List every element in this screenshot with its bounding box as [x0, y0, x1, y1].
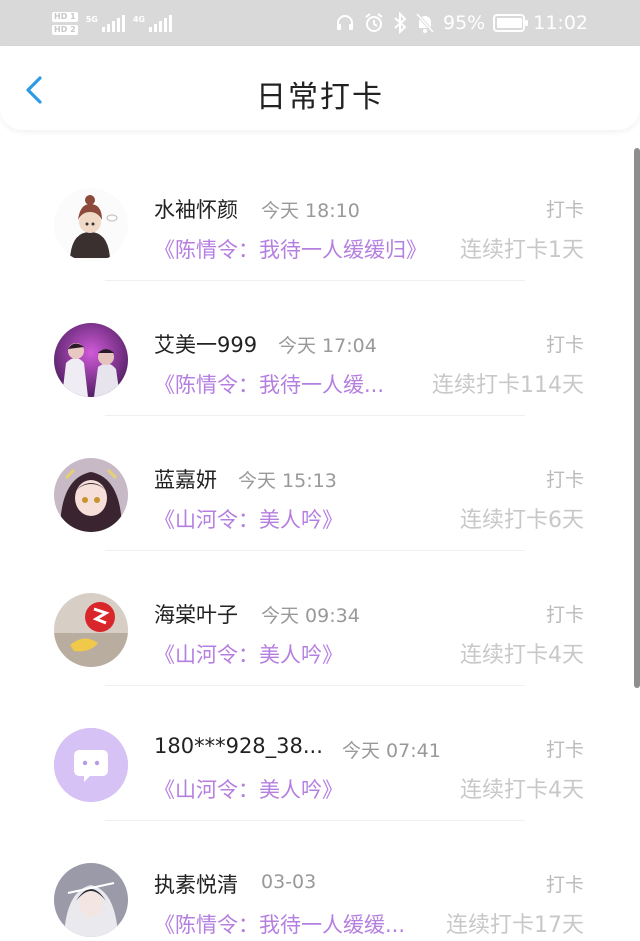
- list-item[interactable]: 水袖怀颜 今天 18:10 打卡 《陈情令：我待一人缓缓归》 连续打卡1天: [0, 146, 640, 281]
- signal-4g-icon: 4G: [132, 14, 172, 32]
- checkin-time: 今天 09:34: [261, 605, 360, 627]
- avatar[interactable]: [54, 458, 128, 532]
- user-name[interactable]: 海棠叶子: [154, 599, 238, 629]
- user-name[interactable]: 执素悦清: [154, 869, 238, 899]
- book-title[interactable]: 《山河令：美人吟》: [154, 504, 343, 534]
- checkin-time: 今天 07:41: [342, 740, 441, 762]
- checkin-time: 今天 15:13: [238, 470, 337, 492]
- clock: 11:02: [533, 12, 588, 34]
- net-label-2: 4G: [132, 14, 145, 24]
- nav-header: 日常打卡: [0, 46, 640, 130]
- user-name[interactable]: 180***928_38...: [154, 734, 323, 758]
- hd-badge-2: HD 2: [52, 24, 78, 35]
- streak-count: 连续打卡4天: [460, 643, 584, 668]
- net-label-1: 5G: [85, 14, 98, 24]
- user-name[interactable]: 艾美一999: [154, 329, 257, 359]
- checkin-label: 打卡: [545, 334, 584, 356]
- avatar[interactable]: [54, 593, 128, 667]
- list-item[interactable]: 执素悦清 03-03 打卡 《陈情令：我待一人缓缓... 连续打卡17天: [0, 821, 640, 941]
- alarm-icon: [363, 12, 385, 34]
- book-title[interactable]: 《陈情令：我待一人缓...: [154, 369, 384, 399]
- list-item[interactable]: 蓝嘉妍 今天 15:13 打卡 《山河令：美人吟》 连续打卡6天: [0, 416, 640, 551]
- mute-bell-icon: [415, 12, 435, 34]
- hd-badge-1: HD 1: [52, 11, 78, 22]
- default-chat-avatar-icon: [54, 728, 128, 802]
- book-title[interactable]: 《陈情令：我待一人缓缓...: [154, 909, 405, 939]
- battery-icon: [493, 14, 529, 32]
- streak-count: 连续打卡4天: [460, 778, 584, 803]
- status-right: 95% 11:02: [335, 0, 588, 46]
- checkin-label: 打卡: [545, 199, 584, 221]
- avatar[interactable]: [54, 728, 128, 802]
- avatar[interactable]: [54, 323, 128, 397]
- streak-count: 连续打卡1天: [460, 238, 584, 263]
- hd-badges: HD 1 HD 2: [52, 11, 78, 35]
- book-title[interactable]: 《山河令：美人吟》: [154, 639, 343, 669]
- streak-count: 连续打卡17天: [446, 913, 584, 938]
- streak-count: 连续打卡6天: [460, 508, 584, 533]
- checkin-label: 打卡: [545, 469, 584, 491]
- signal-5g-icon: 5G: [85, 14, 125, 32]
- page-title: 日常打卡: [256, 80, 384, 115]
- avatar[interactable]: [54, 863, 128, 937]
- signal-group: HD 1 HD 2 5G 4G: [52, 6, 172, 40]
- streak-count: 连续打卡114天: [432, 373, 584, 398]
- avatar[interactable]: [54, 188, 128, 262]
- checkin-label: 打卡: [545, 739, 584, 761]
- user-name[interactable]: 水袖怀颜: [154, 194, 238, 224]
- checkin-label: 打卡: [545, 604, 584, 626]
- checkin-list[interactable]: 水袖怀颜 今天 18:10 打卡 《陈情令：我待一人缓缓归》 连续打卡1天 艾美…: [0, 146, 640, 941]
- book-title[interactable]: 《山河令：美人吟》: [154, 774, 343, 804]
- user-name[interactable]: 蓝嘉妍: [154, 464, 217, 494]
- checkin-time: 今天 17:04: [278, 335, 377, 357]
- scrollbar[interactable]: [634, 148, 640, 688]
- checkin-time: 03-03: [261, 871, 317, 893]
- list-item[interactable]: 海棠叶子 今天 09:34 打卡 《山河令：美人吟》 连续打卡4天: [0, 551, 640, 686]
- battery-percent: 95%: [443, 12, 486, 34]
- list-item[interactable]: 艾美一999 今天 17:04 打卡 《陈情令：我待一人缓... 连续打卡114…: [0, 281, 640, 416]
- book-title[interactable]: 《陈情令：我待一人缓缓归》: [154, 234, 427, 264]
- headphones-icon: [335, 13, 355, 33]
- bluetooth-icon: [393, 12, 407, 34]
- status-bar: HD 1 HD 2 5G 4G 95% 11:02: [0, 0, 640, 46]
- checkin-label: 打卡: [545, 874, 584, 896]
- checkin-time: 今天 18:10: [261, 200, 360, 222]
- list-item[interactable]: 180***928_38... 今天 07:41 打卡 《山河令：美人吟》 连续…: [0, 686, 640, 821]
